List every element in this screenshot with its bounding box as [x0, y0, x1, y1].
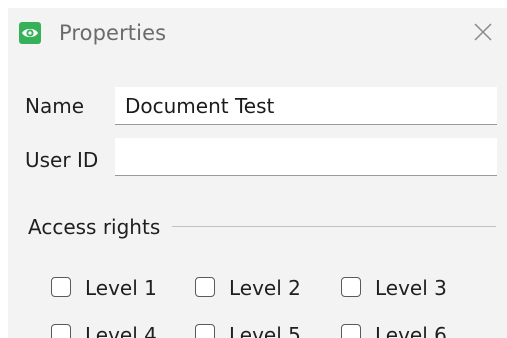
eye-icon	[19, 22, 41, 44]
checkbox-box[interactable]	[195, 277, 215, 297]
name-label: Name	[25, 94, 85, 118]
checkbox-box[interactable]	[341, 324, 361, 338]
checkbox-label: Level 4	[85, 323, 157, 338]
access-rights-title: Access rights	[28, 215, 161, 239]
checkbox-label: Level 6	[375, 323, 447, 338]
checkbox-label: Level 3	[375, 276, 447, 300]
checkbox-box[interactable]	[195, 324, 215, 338]
close-icon[interactable]	[472, 21, 494, 43]
group-divider	[172, 226, 496, 227]
checkbox-box[interactable]	[51, 277, 71, 297]
userid-field[interactable]	[115, 138, 497, 176]
checkbox-label: Level 5	[229, 323, 301, 338]
properties-dialog: Properties Name User ID Access rights Le…	[8, 8, 507, 338]
checkbox-box[interactable]	[51, 324, 71, 338]
checkbox-label: Level 1	[85, 276, 157, 300]
checkbox-label: Level 2	[229, 276, 301, 300]
title-bar: Properties	[8, 8, 507, 58]
window-title: Properties	[59, 21, 167, 45]
userid-label: User ID	[25, 148, 99, 172]
name-field[interactable]	[115, 87, 497, 125]
checkbox-box[interactable]	[341, 277, 361, 297]
